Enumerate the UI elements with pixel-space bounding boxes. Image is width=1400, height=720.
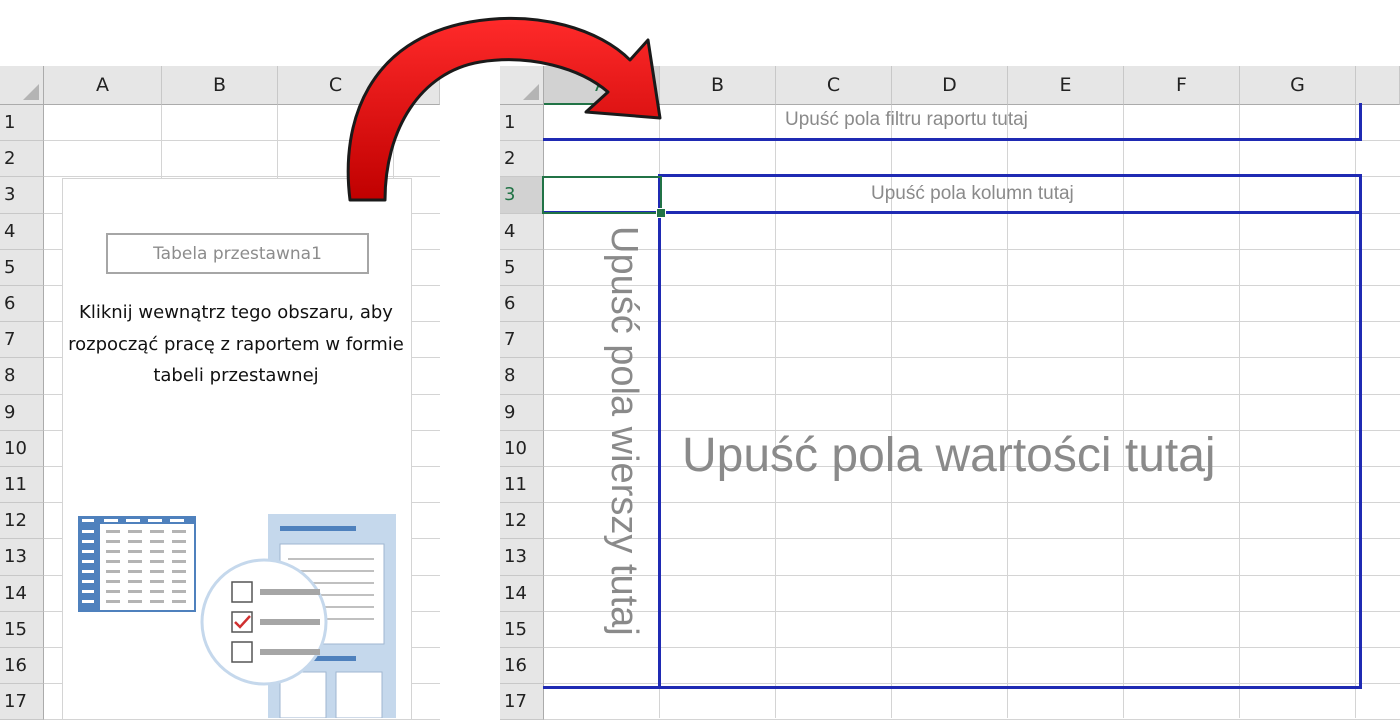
row-header-5[interactable]: 5 [0, 249, 44, 286]
row-header-12[interactable]: 12 [0, 503, 44, 540]
column-labels-drop-text: Upuść pola kolumn tutaj [871, 183, 1074, 204]
row-header-10[interactable]: 10 [0, 430, 44, 467]
row-header-15[interactable]: 15 [0, 611, 44, 648]
row-header-1[interactable]: 1 [0, 105, 44, 142]
row-header-13[interactable]: 13 [500, 539, 544, 576]
column-header-d[interactable]: D [892, 66, 1008, 105]
row-header-16[interactable]: 16 [500, 648, 544, 685]
column-header-g[interactable]: G [1240, 66, 1356, 105]
row-header-8[interactable]: 8 [500, 358, 544, 395]
row-header-3[interactable]: 3 [0, 177, 44, 214]
row-header-4[interactable]: 4 [500, 213, 544, 250]
row-header-16[interactable]: 16 [0, 648, 44, 685]
column-header-e[interactable]: E [1008, 66, 1124, 105]
row-header-8[interactable]: 8 [0, 358, 44, 395]
pivot-table-name: Tabela przestawna1 [106, 233, 369, 274]
column-header-a[interactable]: A [44, 66, 162, 105]
report-filter-drop-text: Upuść pola filtru raportu tutaj [785, 109, 1028, 130]
row-header-7[interactable]: 7 [500, 322, 544, 359]
row-header-5[interactable]: 5 [500, 249, 544, 286]
row-header-9[interactable]: 9 [0, 394, 44, 431]
left_sheet-select-all-corner[interactable] [0, 66, 44, 105]
row-header-10[interactable]: 10 [500, 430, 544, 467]
column-header-b[interactable]: B [162, 66, 278, 105]
red-curved-arrow-icon [346, 16, 662, 202]
row-header-13[interactable]: 13 [0, 539, 44, 576]
row-header-11[interactable]: 11 [0, 467, 44, 504]
table-grid-icon [78, 516, 196, 612]
values-drop-text: Upuść pola wartości tutaj [682, 429, 1216, 482]
row-header-14[interactable]: 14 [0, 575, 44, 612]
row-header-14[interactable]: 14 [500, 575, 544, 612]
column-header-c[interactable]: C [776, 66, 892, 105]
checkbox-list-icon [200, 558, 328, 686]
pivot-placeholder-message: Kliknij wewnątrz tego obszaru, aby rozpo… [68, 302, 404, 386]
pivot-table-illustration-icon [78, 514, 396, 718]
right_sheet-header-filler [1356, 66, 1400, 105]
row-header-17[interactable]: 17 [0, 684, 44, 720]
row-header-9[interactable]: 9 [500, 394, 544, 431]
row-header-11[interactable]: 11 [500, 467, 544, 504]
column-header-f[interactable]: F [1124, 66, 1240, 105]
row-header-6[interactable]: 6 [500, 286, 544, 323]
row-header-4[interactable]: 4 [0, 213, 44, 250]
row-header-6[interactable]: 6 [0, 286, 44, 323]
row-header-15[interactable]: 15 [500, 611, 544, 648]
row-header-12[interactable]: 12 [500, 503, 544, 540]
row-header-2[interactable]: 2 [0, 141, 44, 178]
row-header-17[interactable]: 17 [500, 684, 544, 720]
row-labels-drop-text: Upuść pola wierszy tutaj [603, 226, 645, 636]
row-header-7[interactable]: 7 [0, 322, 44, 359]
